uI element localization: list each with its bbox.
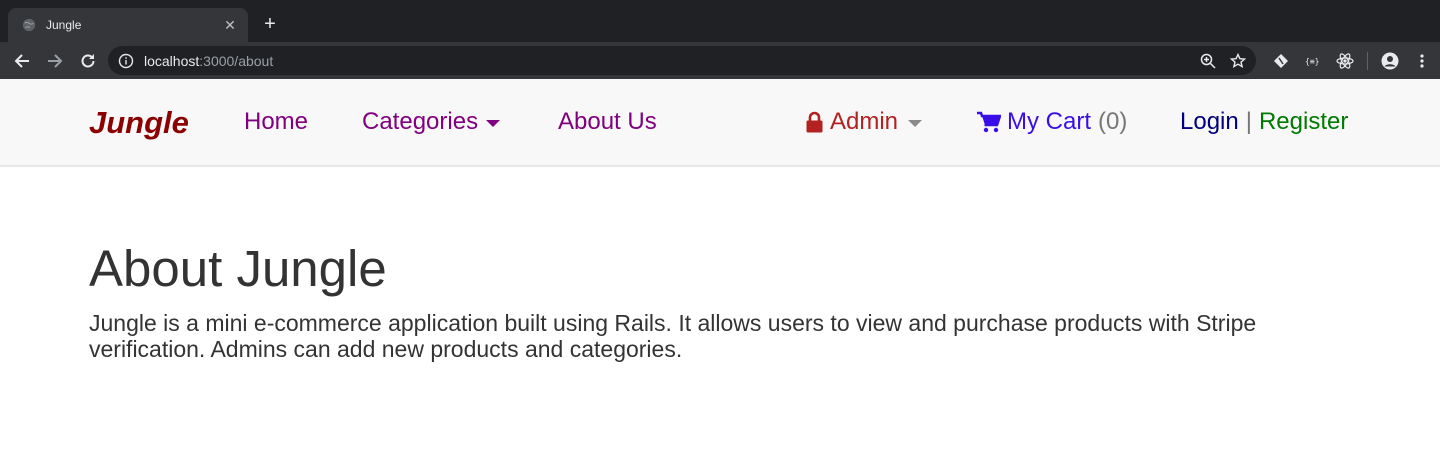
cart-count-badge: (0) (1098, 108, 1128, 135)
nav-categories-dropdown[interactable]: Categories (362, 108, 501, 136)
extensions-area: {≡} (1271, 46, 1432, 75)
info-icon[interactable] (118, 53, 134, 69)
caret-down-icon (908, 119, 923, 127)
auth-links: Login | Register (1180, 108, 1348, 136)
address-bar[interactable]: localhost:3000/about (108, 46, 1256, 75)
browser-toolbar: localhost:3000/about {≡} (0, 42, 1440, 79)
nav-admin-dropdown[interactable]: Admin (806, 108, 923, 136)
forward-button[interactable] (41, 47, 69, 75)
nav-cart-link[interactable]: My Cart (0) (977, 108, 1127, 136)
reload-button[interactable] (74, 47, 102, 75)
page-title: About Jungle (89, 240, 387, 297)
react-devtools-icon[interactable] (1335, 51, 1355, 71)
back-button[interactable] (8, 47, 36, 75)
nav-about-label: About Us (558, 108, 657, 135)
brand-logo[interactable]: Jungle (89, 105, 189, 141)
git-extension-icon[interactable] (1271, 51, 1291, 71)
register-link[interactable]: Register (1259, 108, 1348, 136)
browser-tab[interactable]: Jungle ✕ (8, 8, 248, 42)
main-content: About Jungle Jungle is a mini e-commerce… (0, 167, 1440, 362)
toolbar-divider (1367, 51, 1368, 70)
site-navbar: Jungle Home Categories About Us Admin My… (0, 79, 1440, 167)
browser-tabstrip: Jungle ✕ + (0, 0, 1440, 42)
url-host: localhost (144, 52, 200, 69)
close-icon[interactable]: ✕ (222, 17, 238, 34)
globe-icon (22, 18, 36, 32)
nav-admin-label: Admin (830, 108, 899, 135)
nav-home-link[interactable]: Home (244, 108, 308, 136)
nav-categories-label: Categories (362, 108, 479, 135)
nav-about-link[interactable]: About Us (558, 108, 657, 136)
url-text[interactable]: localhost:3000/about (144, 53, 1200, 69)
zoom-icon[interactable] (1200, 53, 1216, 69)
nav-cart-label: My Cart (1007, 108, 1091, 135)
forward-arrow-icon (48, 53, 63, 68)
back-arrow-icon (14, 53, 29, 68)
cart-icon (977, 111, 1001, 133)
reload-icon (81, 53, 95, 67)
nav-home-label: Home (244, 108, 309, 135)
new-tab-button[interactable]: + (260, 12, 280, 36)
json-extension-icon[interactable]: {≡} (1303, 51, 1323, 71)
tab-title: Jungle (46, 18, 82, 32)
caret-down-icon (486, 119, 501, 127)
profile-icon[interactable] (1380, 51, 1400, 71)
page-description: Jungle is a mini e-commerce application … (89, 310, 1257, 362)
login-link[interactable]: Login (1180, 108, 1239, 136)
star-icon[interactable] (1230, 52, 1246, 69)
url-path: :3000/about (199, 52, 274, 69)
svg-text:{≡}: {≡} (1305, 57, 1319, 66)
auth-separator: | (1245, 108, 1252, 135)
kebab-menu-icon[interactable] (1412, 51, 1432, 71)
lock-icon (806, 111, 823, 133)
